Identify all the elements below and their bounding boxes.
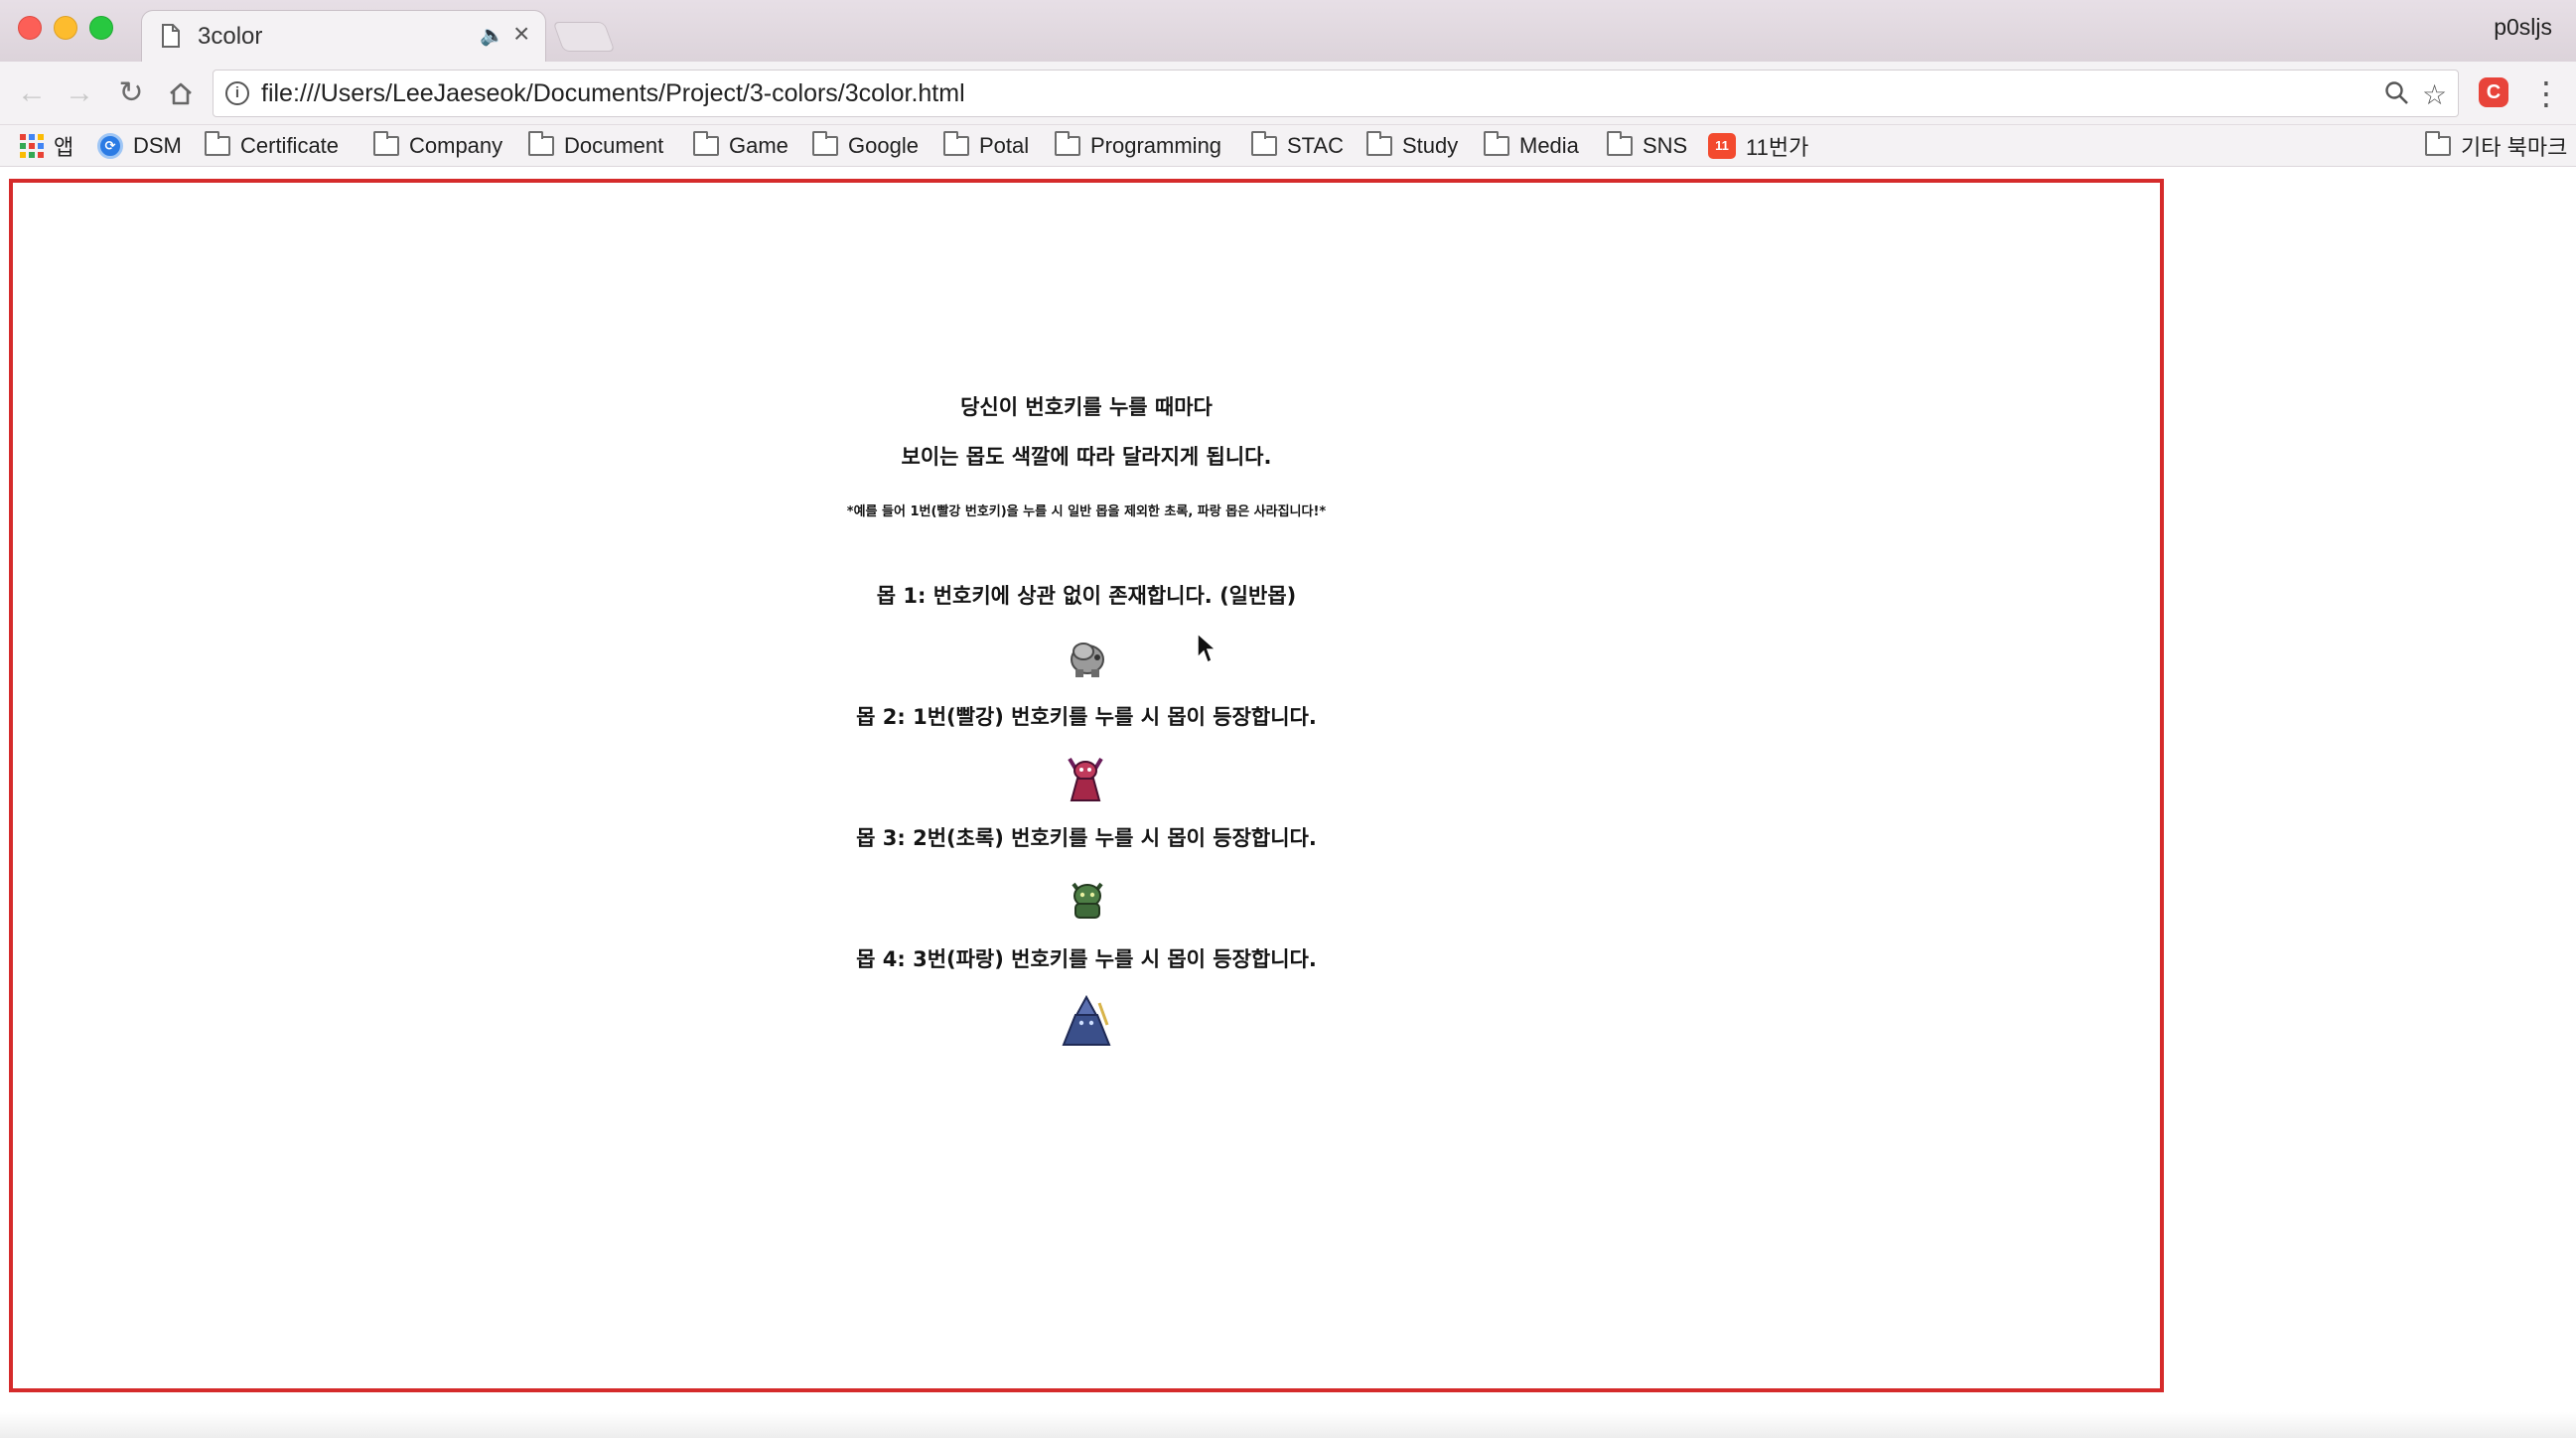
folder-icon — [943, 131, 969, 156]
dsm-icon: ⟳ — [97, 133, 123, 159]
bookmark-label: Media — [1519, 133, 1579, 158]
bookmark-label: 기타 북마크 — [2461, 135, 2568, 160]
bookmark-folder-media[interactable]: Media — [1484, 131, 1579, 161]
folder-icon — [1055, 131, 1080, 156]
mob-3-description: 몹 3: 2번(초록) 번호키를 누를 시 몹이 등장합니다. — [856, 826, 1317, 850]
green-mob-sprite — [1072, 882, 1103, 919]
bookmark-folder-other[interactable]: 기타 북마크 — [2425, 131, 2567, 161]
gray-mob-sprite — [1071, 643, 1104, 677]
folder-icon — [812, 131, 838, 156]
home-button[interactable] — [161, 73, 201, 113]
bookmark-folder-company[interactable]: Company — [373, 131, 502, 161]
mob-4-description: 몹 4: 3번(파랑) 번호키를 누를 시 몹이 등장합니다. — [856, 947, 1317, 971]
bookmark-folder-sns[interactable]: SNS — [1607, 131, 1687, 161]
address-bar[interactable]: i file:///Users/LeeJaeseok/Documents/Pro… — [213, 70, 2459, 117]
bookmark-label: Game — [729, 133, 788, 158]
bookmark-label: Company — [409, 133, 503, 158]
speaker-icon[interactable]: 🔈 — [480, 23, 504, 48]
intro-line-2: 보이는 몹도 색깔에 따라 달라지게 됩니다. — [901, 445, 1272, 469]
menu-icon[interactable]: ⋮ — [2530, 73, 2562, 113]
bookmark-label: Programming — [1090, 133, 1222, 158]
folder-icon — [528, 131, 554, 156]
mob-1-description: 몹 1: 번호키에 상관 없이 존재합니다. (일반몹) — [876, 584, 1297, 608]
minimize-window-button[interactable] — [54, 16, 77, 40]
bookmarks-bar: 앱 ⟳ DSM Certificate Company Document Gam… — [0, 125, 2576, 167]
red-mob-sprite — [1068, 757, 1103, 801]
browser-toolbar: ← → ↻ i file:///Users/LeeJaeseok/Documen… — [0, 62, 2576, 125]
zoom-icon[interactable] — [2384, 78, 2410, 113]
forward-button[interactable]: → — [60, 73, 99, 113]
folder-icon — [1607, 131, 1633, 156]
bookmark-label: SNS — [1643, 133, 1688, 158]
folder-icon — [2425, 131, 2451, 156]
game-canvas[interactable]: 당신이 번호키를 누를 때마다 보이는 몹도 색깔에 따라 달라지게 됩니다. … — [9, 179, 2164, 1392]
apps-icon — [20, 134, 44, 158]
folder-icon — [1366, 131, 1392, 156]
bookmark-folder-potal[interactable]: Potal — [943, 131, 1029, 161]
folder-icon — [1251, 131, 1277, 156]
bookmark-folder-google[interactable]: Google — [812, 131, 919, 161]
folder-icon — [1484, 131, 1509, 156]
page-viewport: 당신이 번호키를 누를 때마다 보이는 몹도 색깔에 따라 달라지게 됩니다. … — [0, 167, 2576, 1438]
bookmark-label: Study — [1402, 133, 1459, 158]
example-note: *예를 들어 1번(빨강 번호키)을 누를 시 일반 몹을 제외한 초록, 파랑… — [846, 504, 1327, 519]
bookmark-label: Google — [848, 133, 919, 158]
bookmark-label: DSM — [133, 133, 182, 158]
extension-icon[interactable]: C — [2479, 77, 2508, 107]
bookmark-11st[interactable]: 11 11번가 — [1708, 131, 1808, 161]
bookmark-label: Certificate — [240, 133, 340, 158]
bookmark-folder-game[interactable]: Game — [693, 131, 788, 161]
bookmark-folder-study[interactable]: Study — [1366, 131, 1458, 161]
bookmark-label: STAC — [1287, 133, 1345, 158]
bookmark-folder-document[interactable]: Document — [528, 131, 663, 161]
bookmark-label: Document — [564, 133, 664, 158]
info-icon[interactable]: i — [225, 81, 249, 105]
intro-line-1: 당신이 번호키를 누를 때마다 — [960, 395, 1213, 419]
blue-mob-sprite — [1062, 995, 1111, 1046]
mouse-cursor-icon — [1197, 632, 1217, 664]
tab-close-button[interactable]: × — [513, 19, 529, 49]
title-bar: 3color 🔈 × p0sljs — [0, 0, 2576, 62]
folder-icon — [693, 131, 719, 156]
bookmark-dsm[interactable]: ⟳ DSM — [97, 131, 182, 161]
bookmark-folder-programming[interactable]: Programming — [1055, 131, 1221, 161]
tab-title: 3color — [198, 23, 263, 50]
new-tab-button[interactable] — [552, 22, 616, 52]
eleven-street-icon: 11 — [1708, 133, 1736, 159]
bookmark-folder-certificate[interactable]: Certificate — [205, 131, 339, 161]
folder-icon — [373, 131, 399, 156]
viewport-bottom-edge — [0, 1412, 2576, 1438]
close-window-button[interactable] — [18, 16, 42, 40]
bookmark-label: 11번가 — [1746, 135, 1809, 160]
bookmark-apps[interactable]: 앱 — [20, 131, 73, 161]
bookmark-label: 앱 — [54, 135, 74, 160]
bookmark-folder-stac[interactable]: STAC — [1251, 131, 1344, 161]
star-icon[interactable]: ☆ — [2422, 78, 2447, 111]
url-text[interactable]: file:///Users/LeeJaeseok/Documents/Proje… — [261, 79, 965, 108]
tab-3color[interactable]: 3color 🔈 × — [141, 10, 546, 62]
zoom-window-button[interactable] — [89, 16, 113, 40]
folder-icon — [205, 131, 230, 156]
bookmark-label: Potal — [979, 133, 1030, 158]
mob-2-description: 몹 2: 1번(빨강) 번호키를 누를 시 몹이 등장합니다. — [856, 705, 1317, 729]
home-icon — [170, 82, 192, 105]
back-button[interactable]: ← — [12, 73, 52, 113]
reload-button[interactable]: ↻ — [111, 73, 151, 113]
page-icon — [162, 24, 180, 48]
profile-name[interactable]: p0sljs — [2494, 14, 2552, 41]
